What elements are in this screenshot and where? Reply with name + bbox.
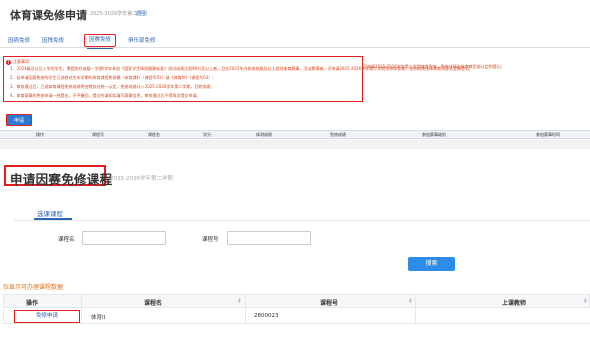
column-header: 上课教师 bbox=[502, 300, 527, 307]
course-no-label: 课程号 bbox=[202, 237, 219, 243]
apply-exemption-link[interactable]: 免修申请 bbox=[14, 310, 80, 323]
notice-line: 4、体育赛事的免修申请一经提出，不予撤回，提交时请如实填写赛事信息，审核通过后不… bbox=[10, 93, 201, 98]
column-header: 参加赛事时间 bbox=[536, 132, 560, 137]
column-header: 课程号 bbox=[92, 132, 104, 137]
search-button[interactable]: 搜索 bbox=[408, 257, 455, 271]
column-header: 学分 bbox=[203, 132, 211, 137]
tab-club-exemption[interactable]: 俱乐部免修 bbox=[128, 36, 156, 44]
warning-icon: ! bbox=[6, 59, 11, 65]
panel-title: 申请因赛免修课程 bbox=[10, 172, 113, 187]
column-header: 体测成绩 bbox=[256, 132, 272, 137]
column-header: 课程名 bbox=[144, 300, 163, 307]
column-header: 课程名 bbox=[148, 132, 160, 137]
notice-line: 3、审核通过后，已选体育课程免修成绩将由教务处统一认定，免修成绩计入2025-2… bbox=[10, 84, 212, 89]
course-name-label: 课程名 bbox=[58, 237, 75, 243]
notice-overflow-text: 可申请2025-2026学年第二学期体育免修，免修成绩由体育教学部认定和登记; bbox=[363, 64, 503, 69]
course-no-input[interactable] bbox=[227, 231, 311, 245]
tab-divider bbox=[14, 220, 590, 221]
tab-disability-exemption[interactable]: 因残免修 bbox=[42, 36, 64, 44]
column-header: 操作 bbox=[26, 300, 39, 307]
column-header: 操作 bbox=[36, 132, 44, 137]
page-title: 体育课免修申请 bbox=[10, 9, 87, 22]
notice-box: ! 注意事项: 1、2024级及以后入学的学生，需提前在省级一学期/学年参加《国… bbox=[3, 56, 471, 102]
column-header: 课程号 bbox=[320, 300, 339, 307]
table-row: 体育II 2800023 bbox=[3, 309, 590, 324]
sort-icon[interactable]: ▲ ▼ bbox=[238, 297, 241, 304]
applied-table-header: 操作 课程号 课程名 学分 体测成绩 免修成绩 参加赛事级别 参加赛事时间 bbox=[0, 130, 590, 139]
tab-illness-exemption[interactable]: 因病免修 bbox=[8, 36, 30, 44]
course-name-cell: 体育II bbox=[91, 315, 106, 321]
course-no-cell: 2800023 bbox=[254, 313, 279, 319]
notice-title: 注意事项: bbox=[13, 59, 31, 64]
empty-table-body bbox=[0, 140, 590, 149]
page-header: 体育课免修申请 2025-2026学年第二学期 返回 bbox=[0, 0, 590, 28]
apply-button[interactable]: 申请 bbox=[6, 114, 32, 126]
course-table-header: 操作 课程名 ▲ ▼ 课程号 ▲ ▼ 上课教师 ▲ ▼ bbox=[3, 294, 590, 308]
course-name-input[interactable] bbox=[82, 231, 166, 245]
tab-competition-exemption[interactable]: 因赛免修 bbox=[84, 34, 117, 49]
column-header: 参加赛事级别 bbox=[422, 132, 446, 137]
tab-selected-courses[interactable]: 选课课程 bbox=[37, 208, 63, 218]
exemption-tabs: 因病免修 因残免修 因赛免修 俱乐部免修 bbox=[0, 32, 590, 49]
panel-term: 2025-2026学年第二学期 bbox=[110, 176, 173, 182]
notice-line: 2、若申请因赛免修的学生已选修对应本学期的体育课程免修模（体育课Ⅱ）（课程号01… bbox=[10, 75, 214, 80]
notice-header: ! 注意事项: bbox=[6, 59, 30, 65]
sort-icon[interactable]: ▲ ▼ bbox=[409, 297, 412, 304]
data-tip: 仅显示可办理课程数据 bbox=[3, 284, 64, 291]
sort-icon[interactable]: ▲ ▼ bbox=[584, 297, 587, 304]
column-header: 免修成绩 bbox=[330, 132, 346, 137]
back-link[interactable]: 返回 bbox=[135, 10, 145, 17]
